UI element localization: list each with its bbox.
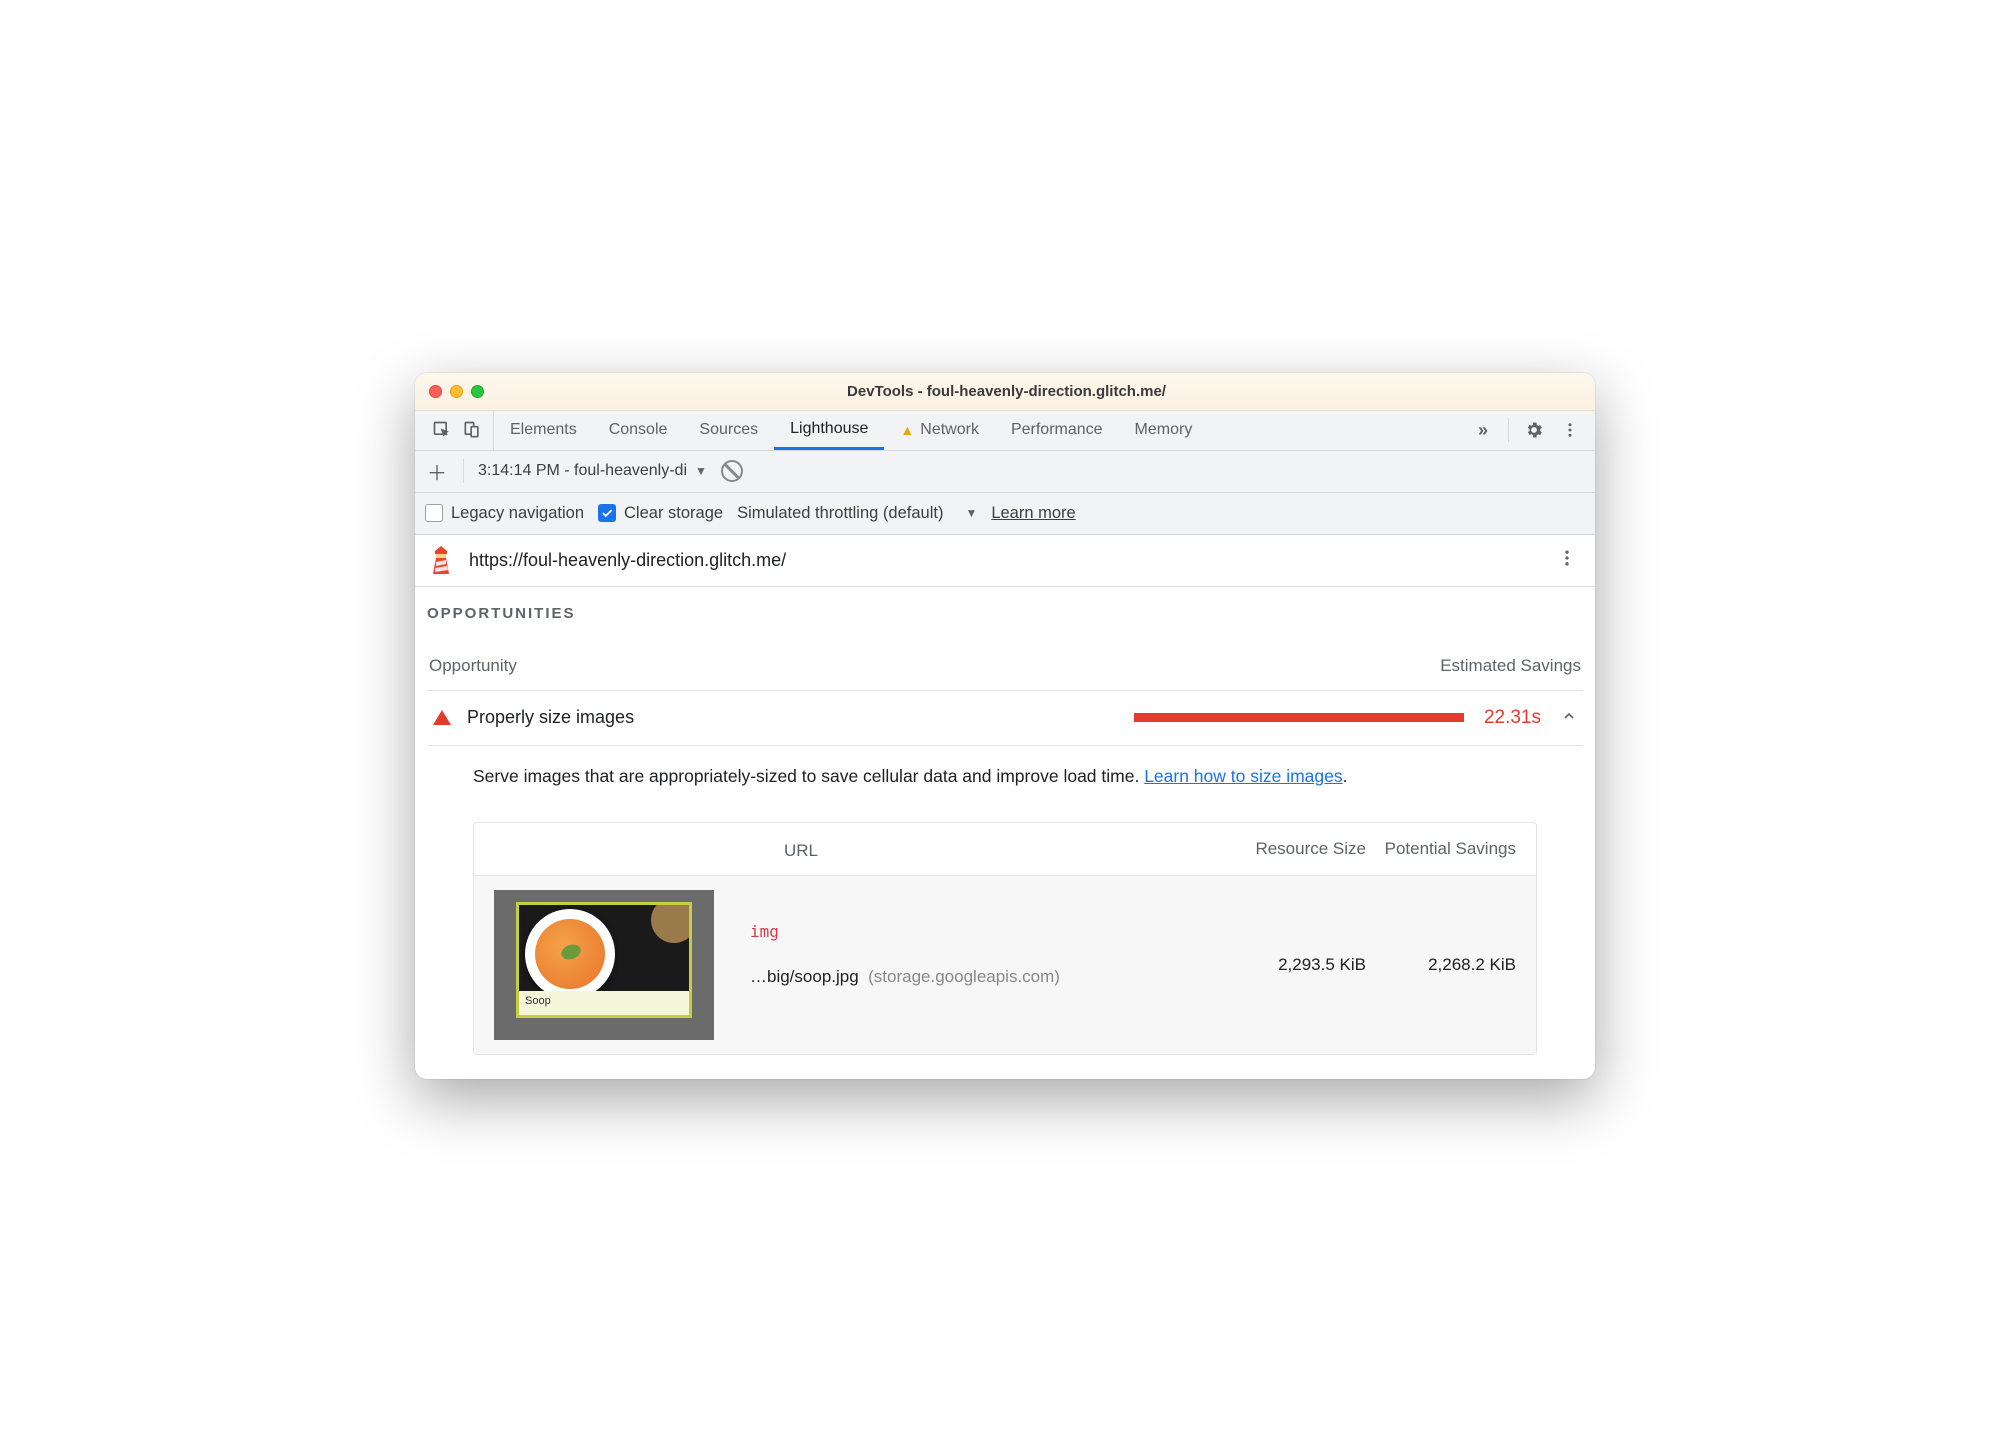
report-content: OPPORTUNITIES Opportunity Estimated Savi… <box>415 587 1595 1079</box>
chevron-up-icon <box>1561 708 1577 727</box>
url-path: …big/soop.jpg (storage.googleapis.com) <box>750 967 1216 987</box>
checkbox-checked-icon[interactable] <box>598 504 616 522</box>
device-toggle-icon[interactable] <box>461 419 483 441</box>
warning-icon: ▲ <box>900 422 914 438</box>
clear-button-icon[interactable] <box>721 460 743 482</box>
clear-storage-option[interactable]: Clear storage <box>598 504 723 523</box>
window-title: DevTools - foul-heavenly-direction.glitc… <box>484 383 1529 400</box>
new-report-button[interactable]: ＋ <box>425 459 449 483</box>
image-thumbnail: Soop <box>494 890 714 1040</box>
inspect-element-icon[interactable] <box>431 419 453 441</box>
opportunity-label: Properly size images <box>467 707 634 728</box>
element-tag: img <box>750 918 779 941</box>
kebab-menu-icon[interactable] <box>1559 419 1581 441</box>
tab-console[interactable]: Console <box>593 411 684 450</box>
url-cell: img …big/soop.jpg (storage.googleapis.co… <box>714 944 1216 987</box>
desc-text: Serve images that are appropriately-size… <box>473 766 1144 786</box>
savings-bar <box>1134 713 1464 722</box>
panel-tabs-row: Elements Console Sources Lighthouse ▲ Ne… <box>415 411 1595 451</box>
report-selector[interactable]: 3:14:14 PM - foul-heavenly-di ▼ <box>478 462 707 480</box>
col-opportunity: Opportunity <box>429 656 517 676</box>
td-resource-size: 2,293.5 KiB <box>1216 955 1366 975</box>
close-window-button[interactable] <box>429 385 442 398</box>
separator <box>1508 418 1509 442</box>
opportunity-bar-wrap: 22.31s <box>650 707 1577 729</box>
traffic-lights <box>429 385 484 398</box>
th-resource-size: Resource Size <box>1216 837 1366 861</box>
table-header: URL Resource Size Potential Savings <box>474 823 1536 875</box>
lighthouse-options: Legacy navigation Clear storage Simulate… <box>415 493 1595 535</box>
lighthouse-icon <box>427 544 455 576</box>
tab-network-label: Network <box>920 421 979 439</box>
opportunity-table: URL Resource Size Potential Savings Soop… <box>473 822 1537 1055</box>
clear-storage-label: Clear storage <box>624 504 723 523</box>
titlebar: DevTools - foul-heavenly-direction.glitc… <box>415 373 1595 411</box>
tab-sources[interactable]: Sources <box>683 411 774 450</box>
tab-memory[interactable]: Memory <box>1119 411 1209 450</box>
more-tabs-button[interactable]: » <box>1472 419 1494 441</box>
report-url-row: https://foul-heavenly-direction.glitch.m… <box>415 535 1595 587</box>
col-savings: Estimated Savings <box>1440 656 1581 676</box>
legacy-nav-label: Legacy navigation <box>451 504 584 523</box>
opportunities-header: Opportunity Estimated Savings <box>427 622 1583 691</box>
devtools-window: DevTools - foul-heavenly-direction.glitc… <box>415 373 1595 1079</box>
tab-performance[interactable]: Performance <box>995 411 1119 450</box>
dropdown-caret-icon: ▼ <box>695 464 707 478</box>
separator <box>463 459 464 483</box>
fail-triangle-icon <box>433 710 451 725</box>
td-potential-savings: 2,268.2 KiB <box>1366 955 1516 975</box>
checkbox-unchecked-icon[interactable] <box>425 504 443 522</box>
th-url: URL <box>494 837 1216 861</box>
thumb-caption: Soop <box>519 991 689 1015</box>
throttling-label: Simulated throttling (default) <box>737 504 943 523</box>
inspect-controls <box>421 411 494 450</box>
legacy-nav-option[interactable]: Legacy navigation <box>425 504 584 523</box>
report-menu-icon[interactable] <box>1551 542 1583 579</box>
lighthouse-toolbar: ＋ 3:14:14 PM - foul-heavenly-di ▼ <box>415 451 1595 493</box>
table-row[interactable]: Soop img …big/soop.jpg (storage.googleap… <box>474 875 1536 1054</box>
url-filepath: …big/soop.jpg <box>750 967 859 986</box>
minimize-window-button[interactable] <box>450 385 463 398</box>
url-host: (storage.googleapis.com) <box>868 967 1060 986</box>
desc-link[interactable]: Learn how to size images <box>1144 766 1342 786</box>
tab-elements[interactable]: Elements <box>494 411 593 450</box>
tabs-right-controls: » <box>1472 411 1595 450</box>
maximize-window-button[interactable] <box>471 385 484 398</box>
tab-lighthouse[interactable]: Lighthouse <box>774 411 884 450</box>
learn-more-link[interactable]: Learn more <box>991 504 1075 523</box>
panel-tabs: Elements Console Sources Lighthouse ▲ Ne… <box>494 411 1208 450</box>
throttling-selector[interactable]: Simulated throttling (default) ▼ <box>737 504 977 523</box>
section-title: OPPORTUNITIES <box>427 605 1583 622</box>
dropdown-caret-icon: ▼ <box>965 506 977 520</box>
opportunity-row[interactable]: Properly size images 22.31s <box>427 691 1583 746</box>
opportunity-description: Serve images that are appropriately-size… <box>427 746 1583 803</box>
desc-tail: . <box>1343 766 1348 786</box>
tab-network[interactable]: ▲ Network <box>884 411 995 450</box>
th-potential-savings: Potential Savings <box>1366 837 1516 861</box>
settings-gear-icon[interactable] <box>1523 419 1545 441</box>
savings-value: 22.31s <box>1484 707 1541 729</box>
report-label: 3:14:14 PM - foul-heavenly-di <box>478 462 687 480</box>
report-url: https://foul-heavenly-direction.glitch.m… <box>469 550 786 571</box>
